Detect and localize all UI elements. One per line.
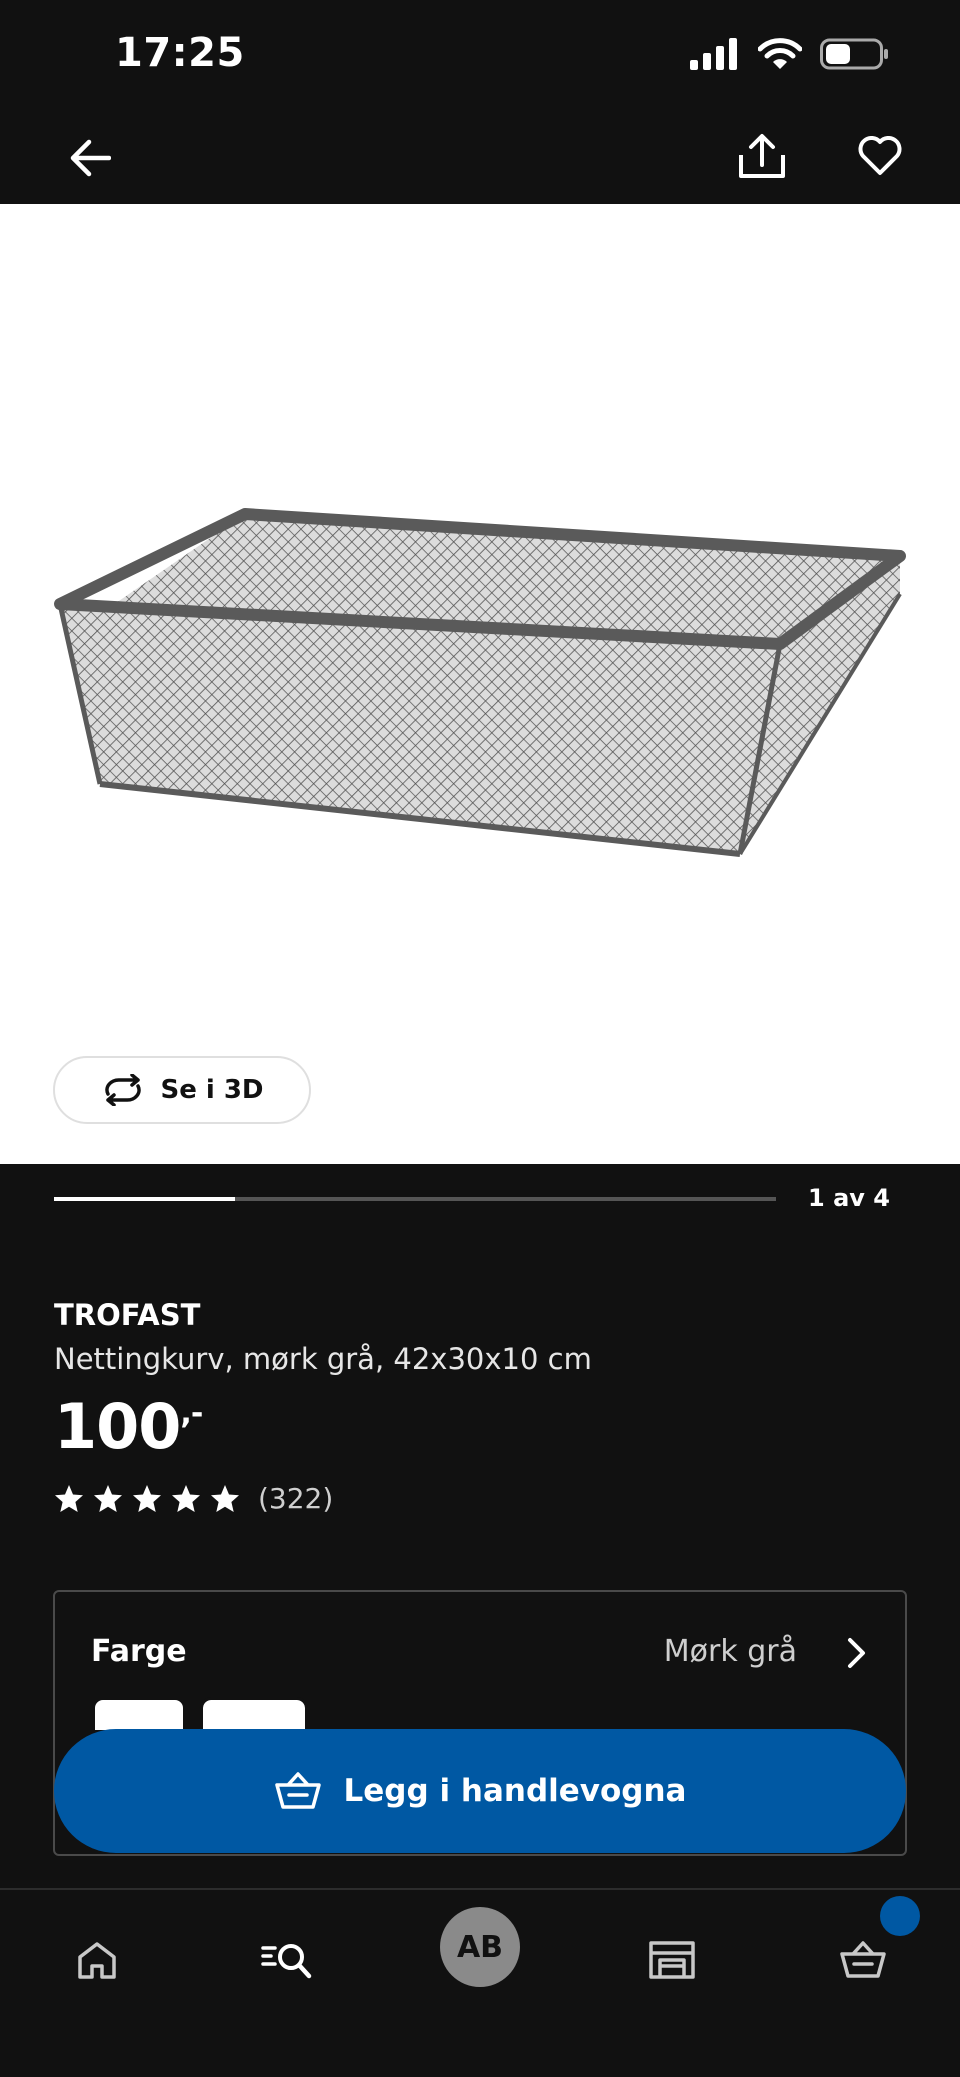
battery-icon (820, 38, 888, 70)
status-bar: 17:25 (0, 0, 960, 110)
home-icon (78, 1942, 116, 1979)
product-image (54, 508, 906, 857)
nav-store[interactable] (632, 1920, 712, 2000)
view-3d-button[interactable]: Se i 3D (53, 1056, 311, 1124)
product-description: Nettingkurv, mørk grå, 42x30x10 cm (54, 1342, 592, 1376)
top-nav (0, 110, 960, 204)
cart-icon (840, 1941, 886, 1978)
star-icon (133, 1484, 161, 1512)
color-swatch[interactable] (95, 1700, 183, 1730)
chevron-right-icon (848, 1638, 865, 1668)
status-time: 17:25 (115, 30, 245, 76)
add-to-cart-button[interactable]: Legg i handlevogna (54, 1729, 906, 1853)
share-button[interactable] (732, 124, 792, 188)
star-icon (55, 1484, 83, 1512)
rotate-3d-icon (105, 1074, 142, 1106)
carousel-progress-fill (54, 1197, 235, 1201)
star-icon (211, 1484, 239, 1512)
carousel-progress (54, 1197, 776, 1201)
star-icon (172, 1484, 200, 1512)
basket-icon (274, 1772, 321, 1809)
search-icon (261, 1944, 312, 1979)
view-3d-label: Se i 3D (160, 1075, 264, 1105)
product-price: 100,- (54, 1390, 203, 1463)
nav-home[interactable] (57, 1920, 137, 2000)
wifi-icon (758, 38, 802, 69)
color-label: Farge (91, 1634, 187, 1669)
heart-icon (858, 136, 902, 175)
rating-count: (322) (258, 1482, 334, 1515)
share-icon (739, 134, 785, 178)
store-icon (649, 1941, 695, 1979)
add-to-cart-label: Legg i handlevogna (343, 1773, 687, 1809)
signal-icon (690, 38, 737, 70)
back-arrow-icon (70, 139, 111, 177)
color-value: Mørk grå (663, 1634, 797, 1669)
star-icon (94, 1484, 122, 1512)
nav-search[interactable] (247, 1920, 327, 2000)
carousel-counter: 1 av 4 (808, 1184, 890, 1212)
price-value: 100 (54, 1390, 181, 1463)
status-icons (690, 38, 890, 70)
avatar[interactable]: AB (440, 1907, 520, 1987)
price-suffix: ,- (180, 1396, 203, 1431)
cart-badge (880, 1896, 920, 1936)
product-brand: TROFAST (54, 1298, 201, 1332)
bottom-nav: AB (0, 1890, 960, 2077)
product-image-area[interactable]: Se i 3D (0, 204, 960, 1164)
back-button[interactable] (60, 128, 120, 188)
product-rating[interactable]: (322) (54, 1482, 333, 1515)
favorite-button[interactable] (850, 126, 910, 186)
rating-stars (54, 1484, 240, 1514)
